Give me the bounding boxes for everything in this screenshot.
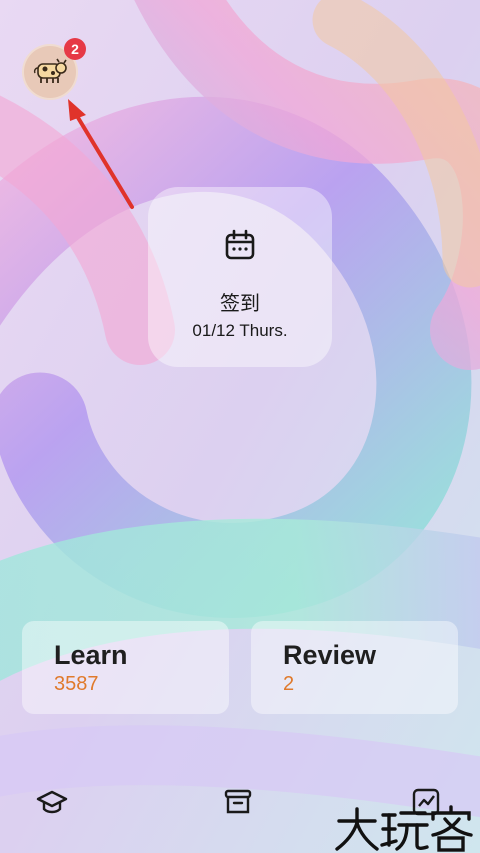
learn-count: 3587	[54, 673, 99, 695]
watermark-logo	[335, 805, 473, 852]
cow-avatar-icon	[33, 58, 67, 83]
archive-box-icon[interactable]	[222, 786, 254, 818]
calendar-icon	[225, 229, 255, 260]
checkin-card[interactable]: 签到 01/12 Thurs.	[148, 187, 332, 367]
review-label: Review	[283, 640, 377, 670]
learn-card[interactable]: Learn 3587	[22, 621, 229, 714]
review-count: 2	[283, 673, 295, 695]
graduation-cap-icon[interactable]	[36, 786, 68, 818]
checkin-title: 签到	[220, 291, 260, 315]
learn-label: Learn	[54, 640, 128, 670]
arrow-annotation-icon	[68, 99, 134, 209]
home-screen: 2 签到 01/12 Thurs. Learn 3587 Review 2	[0, 0, 480, 853]
checkin-date: 01/12 Thurs.	[192, 321, 288, 340]
notification-badge: 2	[64, 38, 86, 60]
review-card[interactable]: Review 2	[251, 621, 458, 714]
